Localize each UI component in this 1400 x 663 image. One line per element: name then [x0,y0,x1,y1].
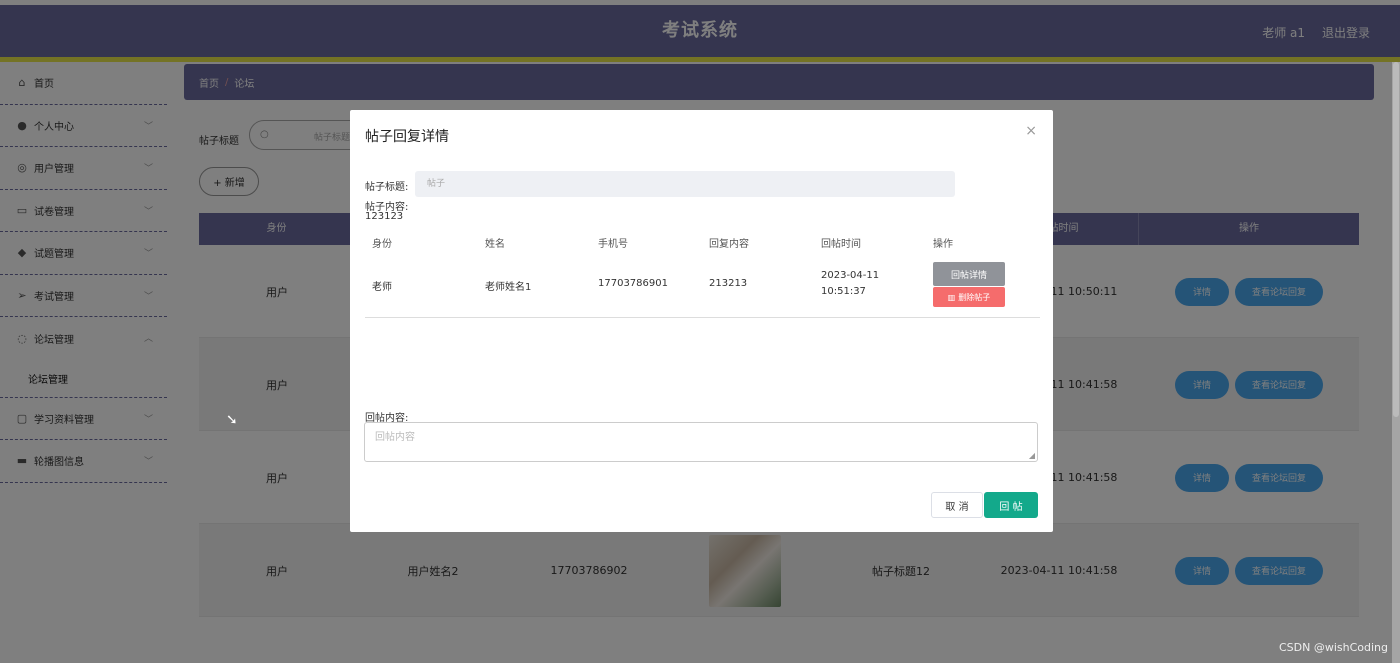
mouse-cursor-icon: ➘ [226,412,238,428]
resize-grip-icon[interactable]: ◢ [1029,451,1035,460]
reply-row: 老师 老师姓名1 17703786901 213213 2023-04-11 1… [365,250,1040,318]
reply-time: 2023-04-11 10:51:37 [821,270,880,297]
app: 考试系统 老师 a1 退出登录 ⌂ 首页 ● 个人中心 ﹀ ◎ 用户管理 ﹀ ▭… [0,0,1400,663]
column-header: 姓名 [485,239,505,250]
reply-content-textarea[interactable]: 回帖内容 ◢ [364,422,1038,462]
delete-post-button[interactable]: ▥ 删除帖子 [933,287,1005,307]
submit-reply-button[interactable]: 回 帖 [984,492,1038,518]
watermark: CSDN @wishCoding [1278,641,1388,654]
page-scrollbar[interactable] [1392,62,1400,663]
close-icon[interactable]: × [1025,123,1037,139]
post-title-label: 帖子标题: [365,182,409,193]
reply-placeholder: 回帖内容 [375,432,415,443]
reply-detail-dialog: 帖子回复详情 × 帖子标题: 帖子 帖子内容: 123123 身份 姓名 手机号… [350,110,1053,532]
post-title-field: 帖子 [415,171,955,197]
dialog-title: 帖子回复详情 [365,129,449,145]
column-header: 回帖时间 [821,239,861,250]
reply-identity: 老师 [372,282,392,293]
scrollbar-thumb[interactable] [1393,62,1399,417]
reply-content: 213213 [709,278,748,289]
column-header: 身份 [372,239,392,250]
column-header: 操作 [933,239,953,250]
trash-icon: ▥ [947,292,956,302]
post-content-value: 123123 [365,211,404,222]
column-header: 手机号 [598,239,628,250]
replies-table-header: 身份 姓名 手机号 回复内容 回帖时间 操作 [365,232,1040,250]
reply-phone: 17703786901 [598,278,668,289]
delete-post-label: 删除帖子 [958,292,991,302]
cancel-button[interactable]: 取 消 [931,492,983,518]
replies-table: 身份 姓名 手机号 回复内容 回帖时间 操作 老师 老师姓名1 17703786… [365,232,1040,318]
reply-name: 老师姓名1 [485,282,532,293]
reply-detail-button[interactable]: 回帖详情 [933,262,1005,286]
column-header: 回复内容 [709,239,749,250]
